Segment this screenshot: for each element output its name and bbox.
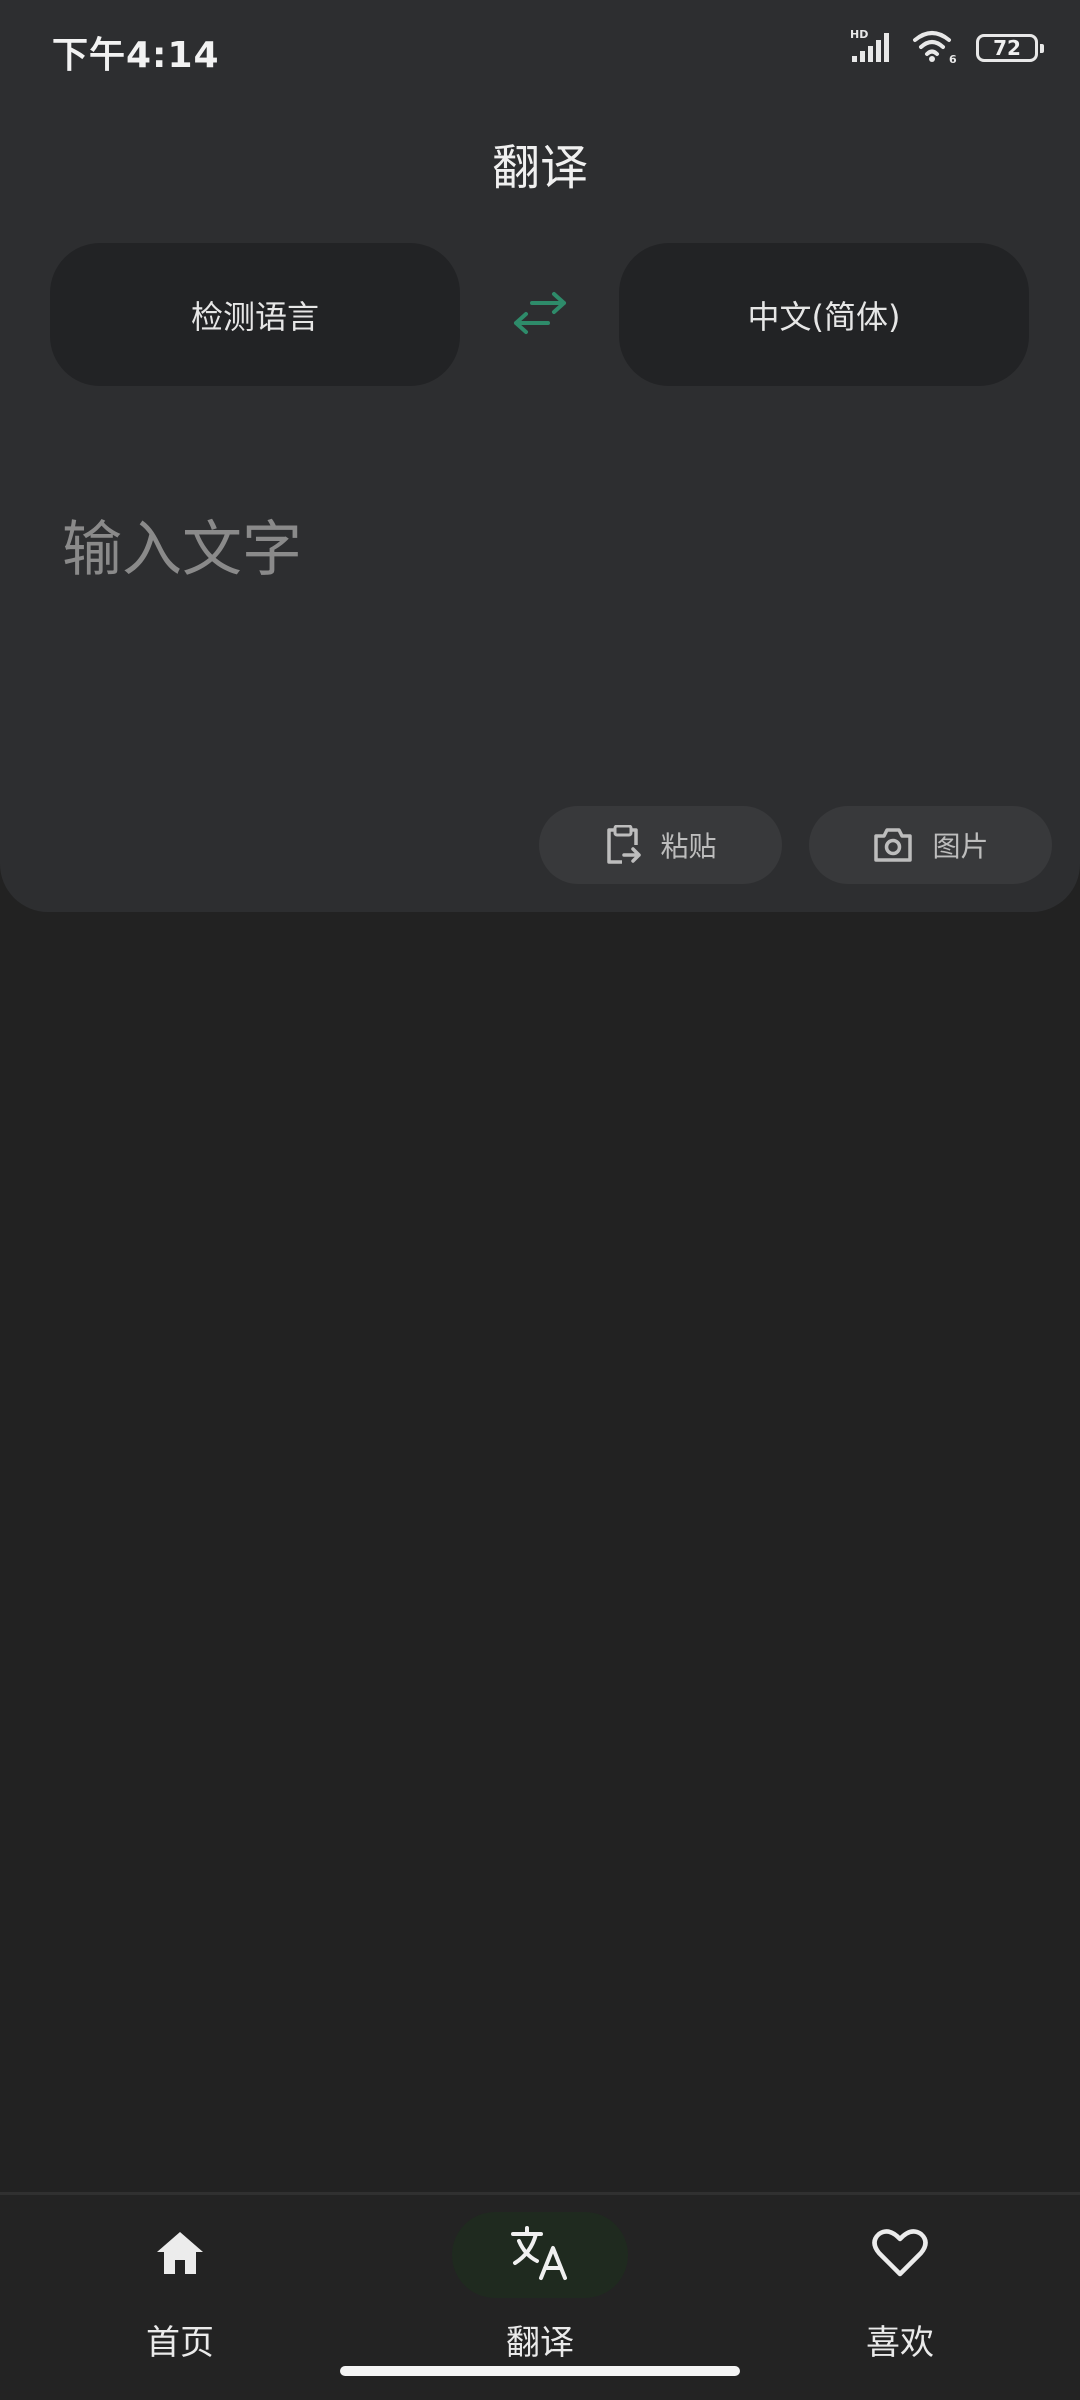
nav-home-icon-wrap [92, 2212, 268, 2298]
page-title: 翻译 [491, 140, 588, 196]
paste-label: 粘贴 [660, 830, 717, 863]
nav-translate-icon-wrap [452, 2212, 628, 2298]
status-time: 下午4:14 [52, 35, 220, 76]
wifi-label: 6 [949, 53, 957, 64]
network-label: HD [850, 28, 868, 41]
heart-icon [872, 2228, 928, 2282]
image-button[interactable]: 图片 [809, 806, 1052, 884]
battery-icon: 72 [976, 34, 1044, 62]
home-icon [155, 2230, 205, 2280]
translate-icon [511, 2225, 569, 2285]
swap-arrows-icon [510, 289, 570, 341]
nav-favorites-label: 喜欢 [866, 2323, 934, 2363]
battery-level: 72 [993, 36, 1021, 60]
source-language-label: 检测语言 [190, 297, 319, 336]
swap-languages-button[interactable] [505, 283, 575, 347]
nav-item-translate[interactable]: 翻译 [360, 2195, 720, 2395]
wifi-icon: 6 [912, 28, 958, 68]
status-icons: HD 6 72 [850, 28, 1044, 68]
clipboard-icon [604, 825, 642, 865]
source-language-button[interactable]: 检测语言 [50, 243, 460, 386]
camera-icon [872, 827, 914, 863]
target-language-button[interactable]: 中文(简体) [619, 243, 1029, 386]
home-indicator[interactable] [340, 2366, 740, 2376]
image-label: 图片 [932, 830, 989, 863]
nav-translate-label: 翻译 [506, 2323, 574, 2363]
nav-favorites-icon-wrap [812, 2212, 988, 2298]
nav-home-label: 首页 [146, 2323, 214, 2363]
nav-item-favorites[interactable]: 喜欢 [720, 2195, 1080, 2395]
paste-button[interactable]: 粘贴 [539, 806, 782, 884]
target-language-label: 中文(简体) [747, 297, 901, 336]
signal-icon: HD [850, 28, 894, 68]
status-bar: 下午4:14 HD 6 72 [0, 0, 1080, 96]
text-input[interactable] [62, 500, 1012, 600]
translate-card: 下午4:14 HD 6 72 翻译 检测语言 中文(简体) 输入文字 粘贴 图片 [0, 0, 1080, 912]
nav-item-home[interactable]: 首页 [0, 2195, 360, 2395]
translate-screen: 下午4:14 HD 6 72 翻译 检测语言 中文(简体) 输入文字 粘贴 图片… [0, 0, 1080, 2400]
